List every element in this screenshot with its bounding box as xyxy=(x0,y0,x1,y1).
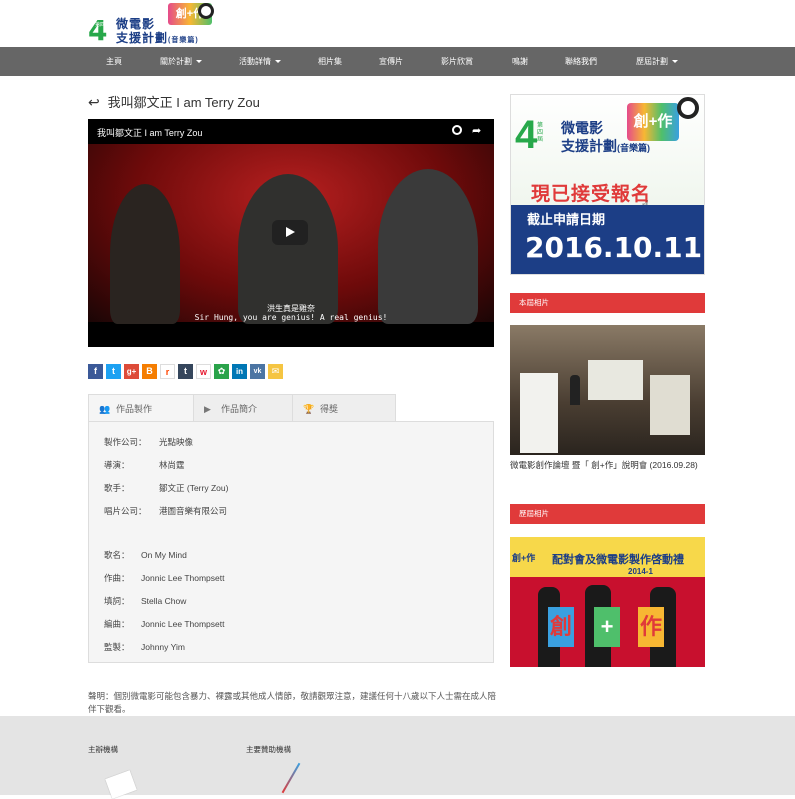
tab-awards[interactable]: 🏆 得獎 xyxy=(292,394,396,422)
footer-organizer-label: 主辦機構 xyxy=(88,745,118,754)
photo1-screen xyxy=(588,360,643,400)
page-title-text: 我叫鄒文正 I am Terry Zou xyxy=(107,95,260,110)
credit-row: 唱片公司： 港圖音樂有限公司 xyxy=(104,506,228,516)
song-row: 歌名： On My Mind xyxy=(104,550,187,560)
photo1-speaker xyxy=(570,375,580,405)
nav-item-promo[interactable]: 宣傳片 xyxy=(379,47,403,76)
ad-deadline-label: 截止申請日期 xyxy=(527,212,606,227)
video-person-center xyxy=(238,174,338,324)
ad-badge: 創+作 xyxy=(627,103,679,141)
tab-synopsis[interactable]: ▶ 作品簡介 xyxy=(193,394,293,422)
reply-arrow-icon[interactable]: ↩ xyxy=(88,94,104,111)
ad-edition-number: 4 xyxy=(515,113,538,157)
vk-icon[interactable]: vk xyxy=(250,364,265,379)
current-event-photo[interactable] xyxy=(510,325,705,455)
section-header-past-photos: 歷屆相片 xyxy=(510,504,705,524)
video-title[interactable]: 我叫鄒文正 I am Terry Zou xyxy=(97,126,202,139)
logo-edition-label: 第四屆 xyxy=(95,22,111,28)
video-person-right xyxy=(378,169,478,324)
main-nav: 主頁 關於計劃 活動詳情 相片集 宣傳片 影片欣賞 鳴謝 聯絡我們 歷屆計劃 xyxy=(0,47,795,76)
email-icon[interactable]: ✉ xyxy=(268,364,283,379)
nav-item-events[interactable]: 活動詳情 xyxy=(239,47,281,76)
clock-icon[interactable] xyxy=(452,125,462,135)
site-footer: 主辦機構 主要贊助機構 xyxy=(0,716,795,799)
video-icon: ▶ xyxy=(204,404,211,414)
song-row: 編曲： Jonnic Lee Thompsett xyxy=(104,619,225,629)
photo2-side-logo: 創+作 xyxy=(512,553,536,563)
logo-line1: 微電影 xyxy=(116,17,156,31)
ad-line1: 微電影 xyxy=(561,120,603,136)
nav-item-past[interactable]: 歷屆計劃 xyxy=(636,47,678,76)
ad-line2: 支援計劃 xyxy=(561,138,617,154)
ad-suffix: (音樂篇) xyxy=(617,143,650,153)
page-title: ↩ 我叫鄒文正 I am Terry Zou xyxy=(88,92,260,111)
video-subtitle-en: Sir Hung, you are genius! A real genius! xyxy=(194,313,388,322)
reddit-icon[interactable]: r xyxy=(160,364,175,379)
tab-panel-production: 製作公司： 光點映像 導演： 林尚霆 歌手： 鄒文正 (Terry Zou) 唱片公司… xyxy=(88,421,494,663)
current-photo-caption[interactable]: 微電影創作論壇 暨「 創+作」說明會 (2016.09.28) xyxy=(510,459,710,471)
nav-item-home[interactable]: 主頁 xyxy=(106,47,122,76)
film-reel-icon xyxy=(677,97,699,119)
play-icon[interactable] xyxy=(272,220,308,245)
photo2-sign: + xyxy=(594,607,620,647)
song-row: 作曲： Jonnic Lee Thompsett xyxy=(104,573,225,583)
logo-line2: 支援計劃 xyxy=(116,31,169,45)
nav-item-thanks[interactable]: 鳴謝 xyxy=(512,47,528,76)
nav-item-about[interactable]: 關於計劃 xyxy=(160,47,202,76)
site-logo[interactable]: 4 第四屆 微電影 支援計劃(音樂篇) 創+作 xyxy=(88,3,228,45)
song-row: 監製： Johnny Yim xyxy=(104,642,185,652)
linkedin-icon[interactable]: in xyxy=(232,364,247,379)
photo2-sign: 創 xyxy=(548,607,574,647)
photo2-year: 2014-1 xyxy=(628,567,653,576)
nav-item-contact[interactable]: 聯絡我們 xyxy=(565,47,597,76)
sidebar-ad-banner[interactable]: 4 第四屆 微電影 支援計劃(音樂篇) 創+作 現已接受報名 ☝ 截止申請日期 … xyxy=(510,94,705,275)
song-row: 填詞： Stella Chow xyxy=(104,596,187,606)
site-header: 4 第四屆 微電影 支援計劃(音樂篇) 創+作 xyxy=(0,0,795,47)
trophy-icon: 🏆 xyxy=(303,404,315,414)
logo-suffix: (音樂篇) xyxy=(168,37,199,44)
detail-tabs: 👥 作品製作 ▶ 作品簡介 🏆 得獎 xyxy=(88,394,494,422)
film-reel-icon xyxy=(198,3,214,19)
past-event-photo[interactable]: 配對會及微電影製作啓動禮 2014-1 創+作 創 + 作 xyxy=(510,537,705,667)
photo1-banner xyxy=(520,373,558,453)
chevron-down-icon xyxy=(672,60,678,64)
users-icon: 👥 xyxy=(99,404,111,414)
nav-item-videos[interactable]: 影片欣賞 xyxy=(441,47,473,76)
blogger-icon[interactable]: B xyxy=(142,364,157,379)
footer-sponsor-label: 主要贊助機構 xyxy=(246,745,291,754)
section-header-current-photos: 本屆相片 xyxy=(510,293,705,313)
photo1-board xyxy=(650,375,690,435)
twitter-icon[interactable]: t xyxy=(106,364,121,379)
facebook-icon[interactable]: f xyxy=(88,364,103,379)
video-player[interactable]: 我叫鄒文正 I am Terry Zou ➦ 洪生真是雞奈 Sir Hung, … xyxy=(88,119,494,347)
share-icon[interactable]: ➦ xyxy=(472,124,481,137)
disclaimer: 聲明：個別微電影可能包含暴力、裸露或其他成人情節，敬請觀眾注意，建議任何十八歲以… xyxy=(88,691,497,714)
photo2-banner: 配對會及微電影製作啓動禮 xyxy=(552,554,684,566)
google-plus-icon[interactable]: g+ xyxy=(124,364,139,379)
ad-cta: 現已接受報名 xyxy=(531,184,652,205)
ad-edition-label: 第四屆 xyxy=(537,123,544,143)
sponsor-logo[interactable] xyxy=(281,762,301,794)
credit-row: 製作公司： 光點映像 xyxy=(104,437,194,447)
chevron-down-icon xyxy=(275,60,281,64)
renren-icon[interactable]: ✿ xyxy=(214,364,229,379)
nav-item-gallery[interactable]: 相片集 xyxy=(318,47,342,76)
weibo-icon[interactable]: w xyxy=(196,364,211,379)
credit-row: 歌手： 鄒文正 (Terry Zou) xyxy=(104,483,229,493)
credit-row: 導演： 林尚霆 xyxy=(104,460,185,470)
ad-deadline-date: 2016.10.11 xyxy=(525,231,703,264)
tumblr-icon[interactable]: t xyxy=(178,364,193,379)
chevron-down-icon xyxy=(196,60,202,64)
tab-production[interactable]: 👥 作品製作 xyxy=(88,394,194,422)
photo2-sign: 作 xyxy=(638,607,664,647)
